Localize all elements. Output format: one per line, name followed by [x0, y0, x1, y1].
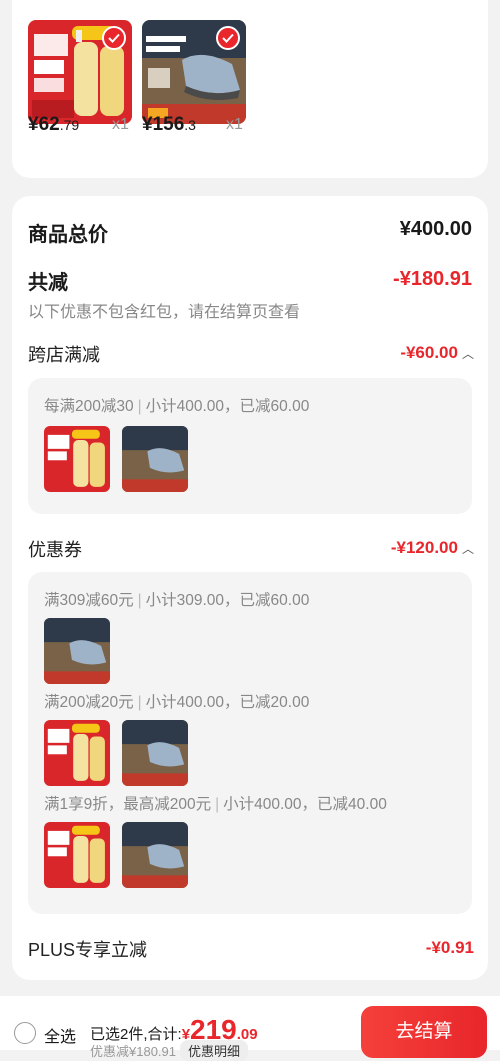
- coupon-label: 优惠券: [28, 540, 82, 560]
- coupon-rule: 满1享9折，最高减200元 | 小计400.00，已减40.00: [44, 796, 387, 813]
- chevron-up-icon: ︿: [461, 346, 474, 361]
- coupon-value: -¥120.00: [390, 538, 458, 557]
- plus-value: -¥0.91: [425, 938, 474, 957]
- product-thumb-shoes[interactable]: [122, 426, 188, 492]
- cross-store-label: 跨店满减: [28, 345, 100, 365]
- selected-products-card: ¥62.79 x1 ¥156.3 x1: [12, 0, 488, 178]
- coupon-box: 满309减60元 | 小计309.00，已减60.00 满200减20元 | 小计400…: [28, 572, 472, 914]
- cross-store-box: 每满200减30 | 小计400.00，已减60.00: [28, 378, 472, 514]
- product-price: ¥156.3: [142, 114, 196, 135]
- product-thumb-cleanser[interactable]: [44, 426, 110, 492]
- checkout-button[interactable]: 去结算: [361, 1006, 487, 1058]
- product-quantity: x1: [112, 116, 129, 133]
- total-discount-label: 共减: [28, 272, 68, 294]
- total-price-value: ¥400.00: [399, 218, 472, 240]
- total-discount-value: -¥180.91: [393, 268, 472, 290]
- selected-check[interactable]: [216, 26, 240, 50]
- checkmark-icon: [222, 33, 234, 43]
- product-price: ¥62.79: [28, 114, 80, 135]
- coupon-rule: 满309减60元 | 小计309.00，已减60.00: [44, 592, 310, 609]
- discount-detail-button[interactable]: 优惠明细: [180, 1040, 249, 1061]
- coupon-toggle[interactable]: -¥120.00 ︿: [391, 538, 474, 558]
- cross-store-toggle[interactable]: -¥60.00 ︿: [400, 343, 474, 363]
- radio-circle-icon[interactable]: [14, 1022, 36, 1044]
- product-quantity: x1: [226, 116, 243, 133]
- selected-check[interactable]: [102, 26, 126, 50]
- cross-store-value: -¥60.00: [400, 343, 458, 362]
- product-thumb-cleanser[interactable]: [44, 822, 110, 888]
- product-thumb-shoes[interactable]: [44, 618, 110, 684]
- product-image-cleanser[interactable]: [28, 20, 132, 124]
- product-image-shoes[interactable]: [142, 20, 246, 124]
- plus-label: PLUS专享立减: [28, 940, 148, 960]
- chevron-up-icon: ︿: [461, 541, 474, 556]
- select-all-label[interactable]: 全选: [44, 1023, 76, 1047]
- cross-store-rule: 每满200减30 | 小计400.00，已减60.00: [44, 398, 310, 415]
- discount-note: 以下优惠不包含红包，请在结算页查看: [28, 304, 301, 321]
- checkout-bar: 全选 已选2件,合计:¥219.09 优惠减¥180.91 优惠明细 去结算: [0, 996, 500, 1061]
- checkmark-icon: [108, 33, 120, 43]
- discount-details-card: 商品总价 ¥400.00 共减 -¥180.91 以下优惠不包含红包，请在结算页…: [12, 196, 488, 980]
- product-thumb-cleanser[interactable]: [44, 720, 110, 786]
- product-thumb-shoes[interactable]: [122, 720, 188, 786]
- discount-summary: 优惠减¥180.91 优惠明细: [90, 1040, 249, 1061]
- product-thumb-shoes[interactable]: [122, 822, 188, 888]
- coupon-rule: 满200减20元 | 小计400.00，已减20.00: [44, 694, 310, 711]
- total-price-label: 商品总价: [28, 224, 108, 246]
